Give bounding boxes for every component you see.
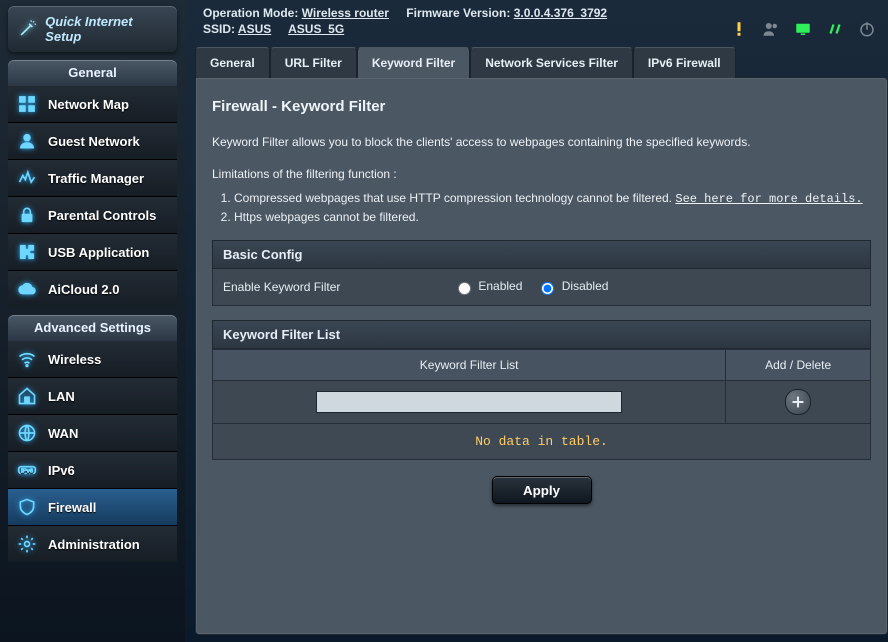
disabled-text: Disabled	[562, 279, 609, 293]
no-data-text: No data in table.	[212, 424, 871, 460]
sidebar-item-label: Guest Network	[48, 134, 140, 149]
enable-row: Enable Keyword Filter Enabled Disabled	[212, 269, 871, 306]
sidebar-item-label: Traffic Manager	[48, 171, 144, 186]
content-panel: Firewall - Keyword Filter Keyword Filter…	[195, 77, 888, 635]
sidebar-item-traffic-manager[interactable]: Traffic Manager	[8, 159, 177, 196]
sidebar-item-wan[interactable]: WAN	[8, 414, 177, 451]
sidebar-item-label: Firewall	[48, 500, 96, 515]
quick-setup-label: Quick Internet Setup	[45, 14, 167, 44]
section-advanced-header: Advanced Settings	[8, 315, 177, 341]
tab-keyword-filter[interactable]: Keyword Filter	[357, 47, 470, 78]
status-tray	[730, 20, 876, 38]
more-details-link[interactable]: See here for more details.	[675, 192, 862, 206]
quick-internet-setup-button[interactable]: Quick Internet Setup	[8, 6, 177, 52]
sidebar-item-wireless[interactable]: Wireless	[8, 341, 177, 377]
op-mode-label: Operation Mode:	[203, 6, 298, 20]
sidebar-item-label: Administration	[48, 537, 140, 552]
sidebar-item-label: WAN	[48, 426, 78, 441]
limits-label: Limitations of the filtering function :	[212, 165, 871, 183]
wifi-icon	[16, 348, 38, 370]
ssid-label: SSID:	[203, 22, 235, 36]
keyword-input[interactable]	[316, 391, 622, 413]
apply-button[interactable]: Apply	[492, 476, 592, 504]
tab-ipv6-firewall[interactable]: IPv6 Firewall	[633, 47, 736, 78]
limit-item: Https webpages cannot be filtered.	[234, 208, 871, 226]
sidebar-item-guest-network[interactable]: Guest Network	[8, 122, 177, 159]
add-button[interactable]	[785, 389, 811, 415]
limit-1-text: Compressed webpages that use HTTP compre…	[234, 191, 672, 205]
sidebar-item-label: Wireless	[48, 352, 101, 367]
ssid-2[interactable]: ASUS_5G	[288, 22, 344, 36]
sidebar-item-label: Network Map	[48, 97, 129, 112]
fw-label: Firmware Version:	[406, 6, 510, 20]
sidebar-item-network-map[interactable]: Network Map	[8, 86, 177, 122]
sidebar-item-label: USB Application	[48, 245, 149, 260]
sidebar-item-aicloud-2-0[interactable]: AiCloud 2.0	[8, 270, 177, 307]
sidebar-item-ipv6[interactable]: IPv6 IPv6	[8, 451, 177, 488]
basic-config-header: Basic Config	[212, 240, 871, 269]
gear-icon	[16, 533, 38, 555]
sidebar-item-parental-controls[interactable]: Parental Controls	[8, 196, 177, 233]
fw-value[interactable]: 3.0.0.4.376_3792	[514, 6, 607, 20]
sidebar-item-lan[interactable]: LAN	[8, 377, 177, 414]
wand-icon	[18, 19, 37, 39]
sidebar-item-label: Parental Controls	[48, 208, 156, 223]
enabled-option[interactable]: Enabled	[453, 279, 522, 295]
keyword-table: Keyword Filter List Add / Delete	[212, 349, 871, 424]
warn-icon[interactable]	[730, 20, 748, 38]
user-icon	[16, 130, 38, 152]
link-icon[interactable]	[826, 20, 844, 38]
enable-label: Enable Keyword Filter	[223, 280, 453, 294]
sidebar-item-administration[interactable]: Administration	[8, 525, 177, 562]
users-icon[interactable]	[762, 20, 780, 38]
sidebar-item-label: LAN	[48, 389, 75, 404]
page-title: Firewall - Keyword Filter	[212, 98, 871, 115]
ssid-1[interactable]: ASUS	[238, 22, 271, 36]
tab-general[interactable]: General	[195, 47, 270, 78]
house-icon	[16, 385, 38, 407]
disabled-option[interactable]: Disabled	[536, 279, 608, 295]
lock-icon	[16, 204, 38, 226]
network-icon[interactable]	[794, 20, 812, 38]
globe-icon	[16, 422, 38, 444]
list-header: Keyword Filter List	[212, 320, 871, 349]
tab-network-services-filter[interactable]: Network Services Filter	[470, 47, 633, 78]
svg-text:IPv6: IPv6	[21, 469, 34, 475]
power-icon[interactable]	[858, 20, 876, 38]
sidebar-item-firewall[interactable]: Firewall	[8, 488, 177, 525]
section-general-header: General	[8, 60, 177, 86]
shield-icon	[16, 496, 38, 518]
intro-text: Keyword Filter allows you to block the c…	[212, 133, 871, 151]
ipv6-icon: IPv6	[16, 459, 38, 481]
enabled-text: Enabled	[478, 279, 522, 293]
sidebar-item-usb-application[interactable]: USB Application	[8, 233, 177, 270]
limit-item: Compressed webpages that use HTTP compre…	[234, 189, 871, 208]
sidebar-item-label: IPv6	[48, 463, 75, 478]
col-keyword: Keyword Filter List	[213, 350, 726, 381]
tiles-icon	[16, 93, 38, 115]
col-add: Add / Delete	[726, 350, 871, 381]
sidebar-item-label: AiCloud 2.0	[48, 282, 120, 297]
tab-url-filter[interactable]: URL Filter	[270, 47, 357, 78]
tab-bar: GeneralURL FilterKeyword FilterNetwork S…	[195, 46, 888, 77]
puzzle-icon	[16, 241, 38, 263]
op-mode-value[interactable]: Wireless router	[302, 6, 389, 20]
enabled-radio[interactable]	[458, 282, 471, 295]
wave-icon	[16, 167, 38, 189]
cloud-icon	[16, 278, 38, 300]
disabled-radio[interactable]	[541, 282, 554, 295]
